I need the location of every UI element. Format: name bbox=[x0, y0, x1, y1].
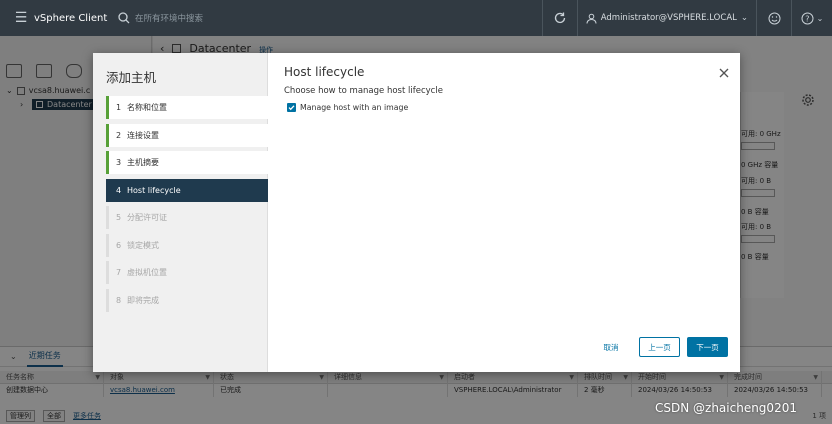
top-header: ☰ vSphere Client 在所有环境中搜索 Administrator@… bbox=[0, 0, 832, 36]
wizard-step-host-summary[interactable]: 3 主机摘要 bbox=[106, 151, 268, 174]
cancel-button[interactable]: 取消 bbox=[594, 337, 628, 357]
step-subtitle: Choose how to manage host lifecycle bbox=[284, 86, 443, 96]
user-icon bbox=[586, 13, 597, 24]
chevron-down-icon: ⌄ bbox=[740, 13, 748, 23]
global-search[interactable]: 在所有环境中搜索 bbox=[118, 12, 203, 24]
wizard-steps-panel: 添加主机 1 名称和位置 2 连接设置 3 主机摘要 4 Host lifecycle … bbox=[93, 53, 268, 372]
user-menu[interactable]: Administrator@VSPHERE.LOCAL ⌄ bbox=[578, 0, 756, 36]
checkbox-label: Manage host with an image bbox=[300, 103, 409, 112]
refresh-icon[interactable] bbox=[543, 0, 577, 36]
wizard-step-lockdown: 6 锁定模式 bbox=[106, 233, 268, 257]
search-placeholder: 在所有环境中搜索 bbox=[135, 14, 204, 24]
back-button[interactable]: 上一页 bbox=[639, 337, 680, 357]
manage-with-image-checkbox[interactable] bbox=[287, 103, 296, 112]
add-host-wizard: 添加主机 1 名称和位置 2 连接设置 3 主机摘要 4 Host lifecycle … bbox=[93, 53, 740, 372]
menu-icon[interactable]: ☰ bbox=[8, 10, 34, 26]
wizard-step-license: 5 分配许可证 bbox=[106, 206, 268, 229]
user-name: Administrator@VSPHERE.LOCAL bbox=[600, 13, 737, 23]
wizard-step-ready: 8 即将完成 bbox=[106, 288, 268, 312]
watermark: CSDN @zhaicheng0201 bbox=[655, 401, 797, 415]
step-title: Host lifecycle bbox=[284, 65, 365, 79]
wizard-content: Host lifecycle Choose how to manage host… bbox=[268, 53, 740, 372]
wizard-step-name-location[interactable]: 1 名称和位置 bbox=[106, 96, 268, 119]
svg-text:?: ? bbox=[805, 14, 809, 23]
wizard-title: 添加主机 bbox=[106, 70, 157, 85]
wizard-step-connection[interactable]: 2 连接设置 bbox=[106, 123, 268, 147]
smiley-icon[interactable] bbox=[757, 0, 791, 36]
wizard-step-host-lifecycle[interactable]: 4 Host lifecycle bbox=[106, 178, 268, 202]
next-button[interactable]: 下一页 bbox=[687, 337, 728, 357]
help-icon[interactable]: ? ⌄ bbox=[792, 0, 832, 36]
manage-with-image-checkbox-row[interactable]: Manage host with an image bbox=[287, 103, 408, 112]
wizard-step-vm-location: 7 虚拟机位置 bbox=[106, 261, 268, 284]
wizard-steps: 1 名称和位置 2 连接设置 3 主机摘要 4 Host lifecycle 5 分配许可… bbox=[106, 96, 268, 316]
search-icon bbox=[118, 12, 130, 24]
checkmark-icon bbox=[288, 105, 295, 111]
app-title: vSphere Client bbox=[34, 12, 108, 24]
close-icon[interactable] bbox=[718, 67, 730, 79]
